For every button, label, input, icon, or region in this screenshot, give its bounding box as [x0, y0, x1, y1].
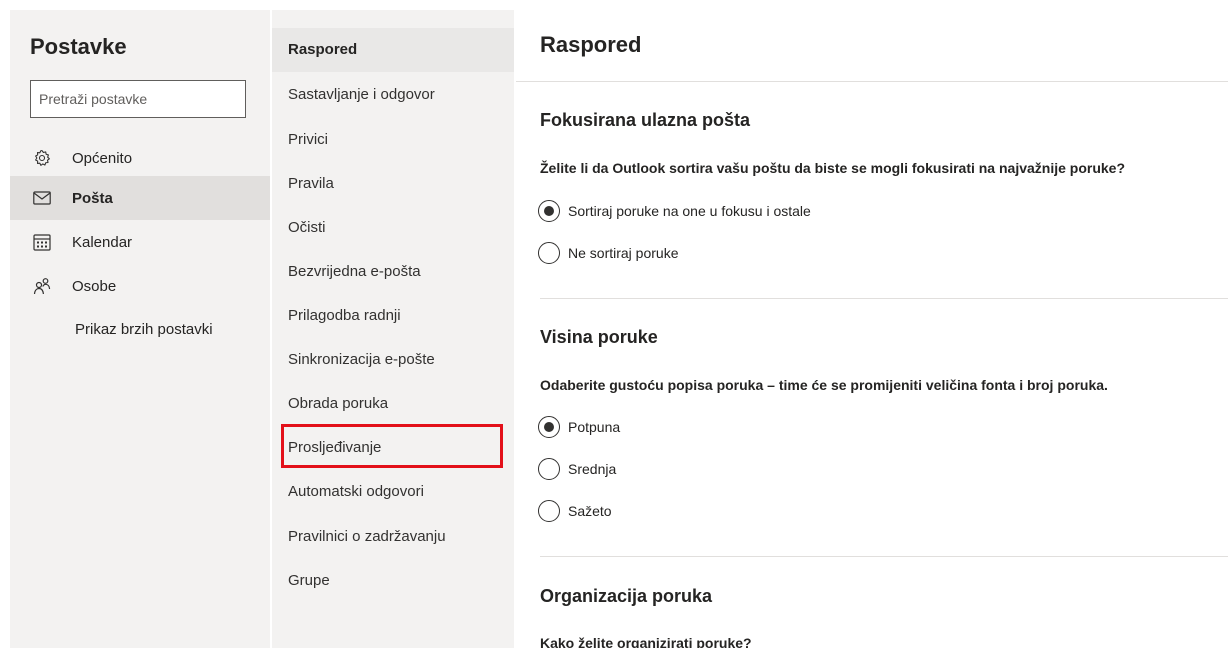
- settings-content-pane: Raspored Fokusirana ulazna pošta Želite …: [516, 0, 1228, 648]
- nav-item-calendar[interactable]: Kalendar: [10, 220, 270, 264]
- radio-label: Potpuna: [568, 419, 621, 435]
- subnav-item-junk-email[interactable]: Bezvrijedna e-pošta: [272, 250, 514, 294]
- radio-button[interactable]: [538, 458, 560, 480]
- section-question: Kako želite organizirati poruke?: [540, 635, 752, 648]
- subnav-item-label: Privici: [288, 131, 328, 148]
- nav-item-label: Pošta: [72, 189, 113, 207]
- radio-option-compact[interactable]: Sažeto: [538, 499, 612, 523]
- calendar-icon: [32, 232, 52, 252]
- subnav-item-message-handling[interactable]: Obrada poruka: [272, 382, 514, 426]
- section-title-message-height: Visina poruke: [540, 327, 658, 347]
- radio-option-full[interactable]: Potpuna: [538, 415, 620, 439]
- subnav-item-forwarding[interactable]: Prosljeđivanje: [272, 426, 514, 470]
- radio-button[interactable]: [538, 500, 560, 522]
- subnav-item-retention-policies[interactable]: Pravilnici o zadržavanju: [272, 515, 514, 559]
- subnav-item-label: Pravila: [288, 175, 334, 192]
- radio-button[interactable]: [538, 200, 560, 222]
- quick-settings-link[interactable]: Prikaz brzih postavki: [75, 321, 213, 338]
- subnav-item-label: Pravilnici o zadržavanju: [288, 528, 446, 545]
- radio-button[interactable]: [538, 416, 560, 438]
- settings-title: Postavke: [30, 34, 127, 59]
- subnav-item-label: Sinkronizacija e-pošte: [288, 351, 435, 368]
- section-question: Odaberite gustoću popisa poruka – time ć…: [540, 377, 1108, 393]
- subnav-item-layout[interactable]: Raspored: [272, 28, 514, 72]
- subnav-item-label: Prilagodba radnji: [288, 307, 401, 324]
- radio-option-medium[interactable]: Srednja: [538, 457, 616, 481]
- subnav-item-compose-reply[interactable]: Sastavljanje i odgovor: [272, 73, 514, 117]
- radio-option-dont-sort[interactable]: Ne sortiraj poruke: [538, 241, 679, 265]
- subnav-item-label: Obrada poruka: [288, 395, 389, 412]
- subnav-item-sweep[interactable]: Očisti: [272, 206, 514, 250]
- subnav-item-groups[interactable]: Grupe: [272, 559, 514, 603]
- gear-icon: [32, 148, 52, 168]
- settings-search-input[interactable]: [30, 80, 246, 118]
- section-title-message-organization: Organizacija poruka: [540, 586, 713, 606]
- mail-settings-list: Raspored Sastavljanje i odgovor Privici …: [272, 10, 514, 648]
- subnav-item-attachments[interactable]: Privici: [272, 118, 514, 162]
- subnav-item-label: Automatski odgovori: [288, 483, 424, 500]
- radio-label: Srednja: [568, 461, 617, 477]
- radio-label: Ne sortiraj poruke: [568, 245, 679, 261]
- subnav-item-sync-email[interactable]: Sinkronizacija e-pošte: [272, 338, 514, 382]
- page-title: Raspored: [540, 32, 642, 57]
- subnav-item-rules[interactable]: Pravila: [272, 162, 514, 206]
- nav-item-label: Općenito: [72, 149, 133, 167]
- subnav-item-label: Sastavljanje i odgovor: [288, 86, 435, 103]
- divider: [540, 298, 1228, 299]
- settings-nav-pane: Postavke Općenito Pošta: [10, 10, 270, 648]
- divider: [540, 556, 1228, 557]
- subnav-item-label: Bezvrijedna e-pošta: [288, 263, 421, 280]
- subnav-item-label: Očisti: [288, 219, 326, 236]
- subnav-item-label: Raspored: [288, 41, 358, 58]
- subnav-item-label: Prosljeđivanje: [288, 439, 382, 456]
- radio-option-sort-focused[interactable]: Sortiraj poruke na one u fokusu i ostale: [538, 199, 811, 223]
- nav-item-people[interactable]: Osobe: [10, 264, 270, 308]
- nav-item-label: Kalendar: [72, 233, 133, 251]
- radio-button[interactable]: [538, 242, 560, 264]
- radio-label: Sortiraj poruke na one u fokusu i ostale: [568, 203, 811, 219]
- subnav-item-label: Grupe: [288, 572, 330, 589]
- section-question: Želite li da Outlook sortira vašu poštu …: [540, 160, 1126, 176]
- nav-item-general[interactable]: Općenito: [10, 136, 270, 180]
- radio-label: Sažeto: [568, 503, 612, 519]
- subnav-item-automatic-replies[interactable]: Automatski odgovori: [272, 470, 514, 514]
- nav-item-label: Osobe: [72, 277, 117, 295]
- mail-icon: [32, 188, 52, 208]
- nav-item-mail[interactable]: Pošta: [10, 176, 270, 220]
- divider: [516, 81, 1228, 82]
- people-icon: [32, 276, 52, 296]
- subnav-item-customize-actions[interactable]: Prilagodba radnji: [272, 294, 514, 338]
- section-title-focused-inbox: Fokusirana ulazna pošta: [540, 110, 751, 130]
